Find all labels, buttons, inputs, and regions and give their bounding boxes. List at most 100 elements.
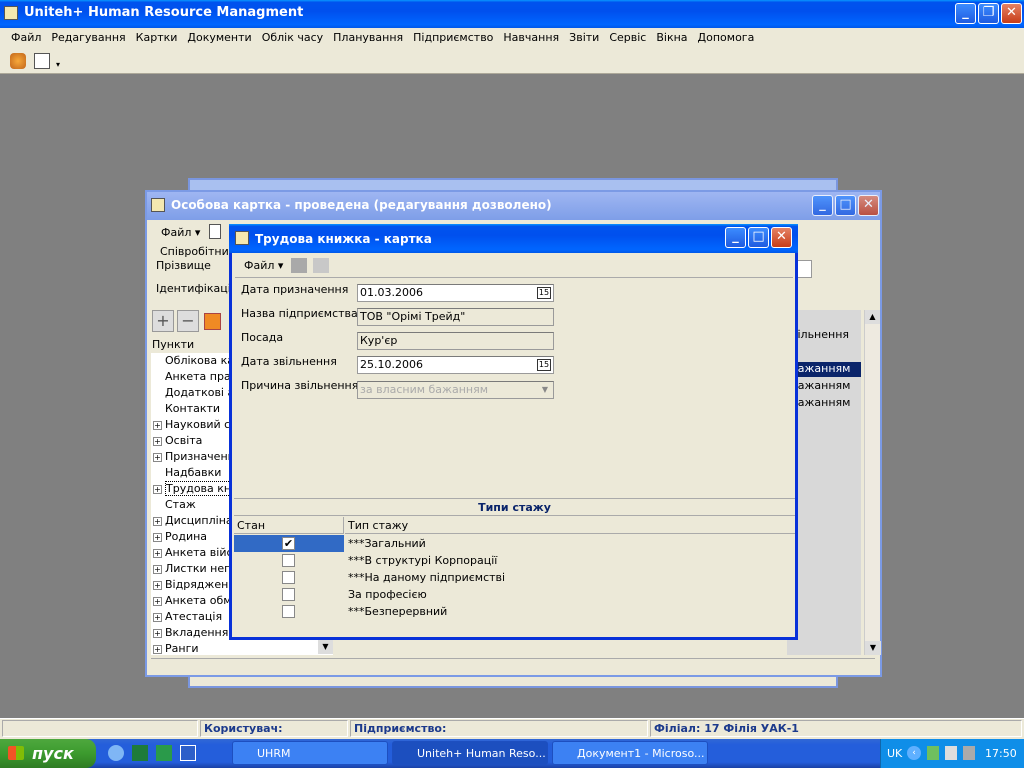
tree-item[interactable]: + Освіта bbox=[153, 433, 202, 449]
expand-icon[interactable]: + bbox=[153, 484, 162, 494]
hire-date-field[interactable]: 01.03.2006 15 bbox=[357, 284, 554, 302]
card-maximize-button[interactable]: □ bbox=[835, 195, 856, 216]
state-checkbox[interactable]: ✔ bbox=[282, 537, 295, 550]
grid-row[interactable]: ***На даному підприємстві bbox=[234, 569, 794, 586]
expand-icon[interactable]: + bbox=[153, 420, 162, 430]
excel-icon[interactable] bbox=[156, 745, 172, 761]
network-icon[interactable] bbox=[927, 746, 939, 760]
tree-item[interactable]: + Родина bbox=[153, 529, 207, 545]
expand-icon[interactable]: + bbox=[153, 612, 162, 622]
tree-item[interactable]: Контакти bbox=[153, 401, 220, 417]
tray-app-icon[interactable] bbox=[963, 746, 975, 760]
tree-item[interactable]: Анкета прац bbox=[153, 369, 238, 385]
right-grid-row[interactable]: бажанням bbox=[791, 396, 850, 409]
expand-icon[interactable]: + bbox=[153, 628, 162, 638]
card-minimize-button[interactable]: _ bbox=[812, 195, 833, 216]
expand-icon[interactable]: + bbox=[153, 548, 162, 558]
grid-row[interactable]: За професією bbox=[234, 586, 794, 603]
calendar-icon[interactable]: 15 bbox=[537, 287, 551, 299]
expand-icon[interactable]: + bbox=[153, 436, 162, 446]
tree-item[interactable]: + Науковий ст bbox=[153, 417, 237, 433]
menu-item[interactable]: Вікна bbox=[651, 28, 692, 48]
restore-button[interactable]: ❐ bbox=[978, 3, 999, 24]
labor-close-button[interactable]: ✕ bbox=[771, 227, 792, 248]
dropdown-arrow-icon[interactable]: ▾ bbox=[56, 60, 60, 69]
tree-item[interactable]: + Ранги bbox=[153, 641, 199, 655]
menu-item[interactable]: Документи bbox=[182, 28, 256, 48]
expand-icon[interactable]: + bbox=[153, 644, 162, 654]
tree-item[interactable]: + Вкладення bbox=[153, 625, 228, 641]
tree-item[interactable]: Надбавки bbox=[153, 465, 221, 481]
tree-item[interactable]: Стаж bbox=[153, 497, 196, 513]
refresh-button[interactable] bbox=[204, 313, 221, 330]
menu-item[interactable]: Файл bbox=[6, 28, 46, 48]
tree-item[interactable]: + Призначенн bbox=[153, 449, 235, 465]
dismissal-date-field[interactable]: 25.10.2006 15 bbox=[357, 356, 554, 374]
menu-item[interactable]: Допомога bbox=[693, 28, 760, 48]
close-button[interactable]: ✕ bbox=[1001, 3, 1022, 24]
dropdown-arrow-icon[interactable]: ▼ bbox=[538, 383, 552, 397]
tree-item[interactable]: Додаткові а bbox=[153, 385, 234, 401]
grid-row[interactable]: ***Безперервний bbox=[234, 603, 794, 620]
menu-item[interactable]: Облік часу bbox=[257, 28, 328, 48]
task-uniteh[interactable]: Uniteh+ Human Reso... bbox=[392, 741, 548, 765]
menu-item[interactable]: Навчання bbox=[498, 28, 564, 48]
expand-icon[interactable]: + bbox=[153, 564, 162, 574]
menu-item[interactable]: Сервіс bbox=[604, 28, 651, 48]
menu-item[interactable]: Редагування bbox=[46, 28, 130, 48]
card-doc-icon[interactable] bbox=[209, 224, 221, 239]
excel-launch-icon[interactable] bbox=[132, 745, 148, 761]
ie-icon[interactable] bbox=[108, 745, 124, 761]
save-icon[interactable] bbox=[291, 258, 307, 273]
calendar-icon[interactable]: 15 bbox=[537, 359, 551, 371]
expand-icon[interactable]: + bbox=[153, 580, 162, 590]
labor-maximize-button[interactable]: □ bbox=[748, 227, 769, 248]
menu-item[interactable]: Планування bbox=[328, 28, 408, 48]
grid-header-state[interactable]: Стан bbox=[234, 517, 344, 534]
tree-item[interactable]: + Дисциплінар bbox=[153, 513, 240, 529]
right-grid-row[interactable]: бажанням bbox=[787, 362, 861, 377]
expand-icon[interactable]: + bbox=[153, 532, 162, 542]
card-close-button[interactable]: ✕ bbox=[858, 195, 879, 216]
state-checkbox[interactable] bbox=[282, 605, 295, 618]
tree-item[interactable]: + Трудова кни bbox=[153, 481, 240, 497]
tree-item[interactable]: + Листки непр bbox=[153, 561, 238, 577]
add-item-button[interactable]: + bbox=[152, 310, 174, 332]
grid-header-type[interactable]: Тип стажу bbox=[345, 517, 795, 534]
tree-item[interactable]: + Анкета обмє bbox=[153, 593, 238, 609]
labor-minimize-button[interactable]: _ bbox=[725, 227, 746, 248]
state-checkbox[interactable] bbox=[282, 588, 295, 601]
expand-icon[interactable]: + bbox=[153, 596, 162, 606]
remove-item-button[interactable]: − bbox=[177, 310, 199, 332]
volume-icon[interactable] bbox=[945, 746, 957, 760]
right-grid-row[interactable]: бажанням bbox=[791, 379, 850, 392]
menu-item[interactable]: Підприємство bbox=[408, 28, 498, 48]
task-uhrm[interactable]: UHRM bbox=[232, 741, 388, 765]
language-indicator[interactable]: UK bbox=[887, 747, 902, 760]
tree-item[interactable]: + Анкета війсь bbox=[153, 545, 239, 561]
menu-item[interactable]: Звіти bbox=[564, 28, 604, 48]
tree-item[interactable]: + Атестація bbox=[153, 609, 222, 625]
state-checkbox[interactable] bbox=[282, 571, 295, 584]
tree-item[interactable]: Облікова ка bbox=[153, 353, 234, 369]
start-button[interactable]: пуск bbox=[0, 739, 96, 768]
expand-icon[interactable]: + bbox=[153, 452, 162, 462]
labor-file-menu[interactable]: Файл ▾ bbox=[244, 259, 283, 272]
grid-row[interactable]: ✔ ***Загальний bbox=[234, 535, 794, 552]
company-field[interactable]: ТОВ "Орімі Трейд" bbox=[357, 308, 554, 326]
task-word[interactable]: Документ1 - Microso... bbox=[552, 741, 708, 765]
card-file-menu[interactable]: Файл ▾ bbox=[161, 226, 200, 239]
right-scrollbar[interactable]: ▲ ▼ bbox=[864, 310, 881, 655]
grid-row[interactable]: ***В структурі Корпорації bbox=[234, 552, 794, 569]
word-icon[interactable] bbox=[180, 745, 196, 761]
export-icon[interactable] bbox=[313, 258, 329, 273]
reason-select[interactable]: за власним бажанням ▼ bbox=[357, 381, 554, 399]
tree-scroll-down-icon[interactable]: ▼ bbox=[318, 640, 333, 654]
tray-expand-icon[interactable]: ‹ bbox=[907, 746, 921, 760]
position-field[interactable]: Кур'єр bbox=[357, 332, 554, 350]
state-checkbox[interactable] bbox=[282, 554, 295, 567]
card-icon[interactable] bbox=[34, 53, 50, 69]
menu-item[interactable]: Картки bbox=[131, 28, 183, 48]
minimize-button[interactable]: _ bbox=[955, 3, 976, 24]
expand-icon[interactable]: + bbox=[153, 516, 162, 526]
